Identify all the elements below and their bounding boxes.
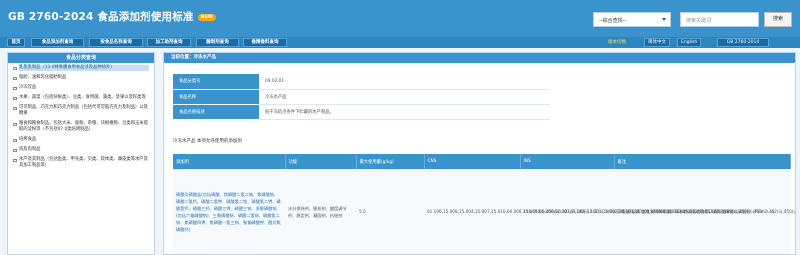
food-info-table: 食品分类号 09.02.01 食品名称 冷冻水产品 食品名称描述 低于冻结点条件… [173,74,550,120]
expand-icon[interactable] [13,148,17,152]
tree-item-label: 乳及乳制品（13.0特殊膳食用食品涉及品种除外） [19,65,149,71]
nav-enzyme-query[interactable]: 酶制剂查询 [196,38,239,47]
tree-item-label: 可可制品、巧克力和巧克力制品（包括代可可脂巧克力及制品）以及糖果 [19,105,148,116]
tree-item-label: 焙烤食品 [19,137,37,142]
function-cell: 水分保持剂、膨松剂、酸度调节剂、稳定剂、凝固剂、抗结剂 [285,169,356,254]
info-value: 09.02.01 [259,74,550,90]
info-row: 食品分类号 09.02.01 [173,74,550,90]
table-row: 磷酸及磷酸盐(包括磷酸、焦磷酸二氢二钠、焦磷酸钠、磷酸二氢钙、磷酸二氢钾、磷酸氢… [173,169,795,254]
nav-flavor-query[interactable]: 香精香料查询 [243,38,287,47]
info-key: 食品名称描述 [173,104,259,120]
nav-food-name-query[interactable]: 按食品名称查询 [89,38,143,47]
expand-icon[interactable] [13,122,17,126]
tree-item-dairy[interactable]: 乳及乳制品（13.0特殊膳食用食品涉及品种除外） [13,65,149,71]
title-text: GB 2760-2024 食品添加剂使用标准 [8,11,194,23]
remark-cell: 不包括"混淆"工艺制得的磷酸。可单独或混合使用，最大使用量以磷酸根（PO₄³⁻）… [614,169,790,254]
tree-item-label: 粮食和粮食制品，包括大米、面粉、杂粮、块根植物、豆类和玉米提取的淀粉等（不包括0… [19,121,148,132]
tree-item-cocoa[interactable]: 可可制品、巧克力和巧克力制品（包括代可可脂巧克力及制品）以及糖果 [13,105,149,117]
info-value: 低于冻结点条件下贮藏的水产制品。 [259,104,550,120]
select-value: --综合查找-- [599,18,627,24]
version-switch-label: 版本切换 [608,40,626,45]
chevron-down-icon [662,18,666,21]
col-header-ins: INS [520,154,615,169]
max-usage-cell: 5.0 [356,169,424,254]
tree-item-bakery[interactable]: 焙烤食品 [13,137,149,143]
tree-item-fats[interactable]: 脂肪、油和乳化脂肪制品 [13,75,149,81]
new-badge: NEW [197,13,217,21]
top-header: GB 2760-2024 食品添加剂使用标准 NEW --综合查找-- 搜索关键词… [0,0,800,37]
tree-item-aquatic[interactable]: 水产及其制品（包括鱼类、甲壳类、贝类、软体类、棘皮类等水产及其加工制品等） [13,157,149,169]
cns-cell: 01.106,15.008,15.004,15.007,15.010,06.00… [424,169,729,254]
tree-item-fruits-vegetables[interactable]: 水果、蔬菜（包括块根类）、豆类、食用菌、藻类、坚果以及籽类等 [13,95,149,101]
category-tree: 乳及乳制品（13.0特殊膳食用食品涉及品种除外） 脂肪、油和乳化脂肪制品 冷冻饮… [8,63,154,169]
expand-icon[interactable] [13,106,17,110]
ins-cell: 338,450(i),450(iii),341(i),340(i),342(ii… [520,169,795,254]
search-input[interactable]: 搜索关键词 [680,12,759,27]
lang-en-button[interactable]: English [677,38,702,47]
tree-item-label: 肉及肉制品 [19,147,41,152]
std-version-button[interactable]: GB 2760-2014 [717,38,769,47]
tree-item-label: 水果、蔬菜（包括块根类）、豆类、食用菌、藻类、坚果以及籽类等 [19,95,146,100]
tree-item-meat[interactable]: 肉及肉制品 [13,147,149,153]
search-type-select[interactable]: --综合查找-- [593,12,671,27]
table-header-row: 添加剂 功能 最大使用量(g/kg) CNS INS 备注 [173,154,791,169]
col-header-additive: 添加剂 [173,154,286,169]
info-row: 食品名称 冷冻水产品 [173,89,550,105]
lang-zh-button[interactable]: 简体中文 [644,38,670,47]
info-row: 食品名称描述 低于冻结点条件下贮藏的水产制品。 [173,104,550,120]
info-value: 冷冻水产品 [259,89,550,105]
nav-home[interactable]: 首页 [7,38,25,47]
section-title: 冷冻水产品 本项允许使用的添加剂 [173,139,242,144]
col-header-remark: 备注 [614,154,791,169]
expand-icon[interactable] [13,158,17,162]
expand-icon[interactable] [13,66,17,70]
tree-item-grains[interactable]: 粮食和粮食制品，包括大米、面粉、杂粮、块根植物、豆类和玉米提取的淀粉等（不包括0… [13,121,149,133]
info-key: 食品名称 [173,89,259,105]
tree-item-label: 脂肪、油和乳化脂肪制品 [19,75,67,80]
col-header-cns: CNS [424,154,521,169]
expand-icon[interactable] [13,138,17,142]
expand-icon[interactable] [13,86,17,90]
col-header-max-usage: 最大使用量(g/kg) [356,154,425,169]
breadcrumb: 当前位置：冷冻水产品 [164,53,795,63]
additive-names-link[interactable]: 磷酸及磷酸盐(包括磷酸、焦磷酸二氢二钠、焦磷酸钠、磷酸二氢钙、磷酸二氢钾、磷酸氢… [173,169,285,254]
tree-item-frozen-drinks[interactable]: 冷冻饮品 [13,85,149,91]
col-header-function: 功能 [285,154,357,169]
expand-icon[interactable] [13,76,17,80]
tree-item-label: 水产及其制品（包括鱼类、甲壳类、贝类、软体类、棘皮类等水产及其加工制品等） [19,157,148,168]
search-button[interactable]: 搜索 [764,12,792,27]
category-sidebar: 食品分类查询 乳及乳制品（13.0特殊膳食用食品涉及品种除外） 脂肪、油和乳化脂… [7,52,155,255]
sidebar-title: 食品分类查询 [8,53,154,63]
nav-bar: 首页 食品添加剂查询 按食品名称查询 加工助剂查询 酶制剂查询 香精香料查询 版… [0,37,800,48]
nav-processing-aid-query[interactable]: 加工助剂查询 [147,38,191,47]
nav-additive-query[interactable]: 食品添加剂查询 [31,38,84,47]
expand-icon[interactable] [13,96,17,100]
additive-table: 添加剂 功能 最大使用量(g/kg) CNS INS 备注 磷酸及磷酸盐(包括磷… [173,154,795,254]
page-title: GB 2760-2024 食品添加剂使用标准 NEW [8,9,217,24]
main-content: 当前位置：冷冻水产品 食品分类号 09.02.01 食品名称 冷冻水产品 食品名… [163,52,796,255]
tree-item-label: 冷冻饮品 [19,85,37,90]
info-key: 食品分类号 [173,74,259,90]
